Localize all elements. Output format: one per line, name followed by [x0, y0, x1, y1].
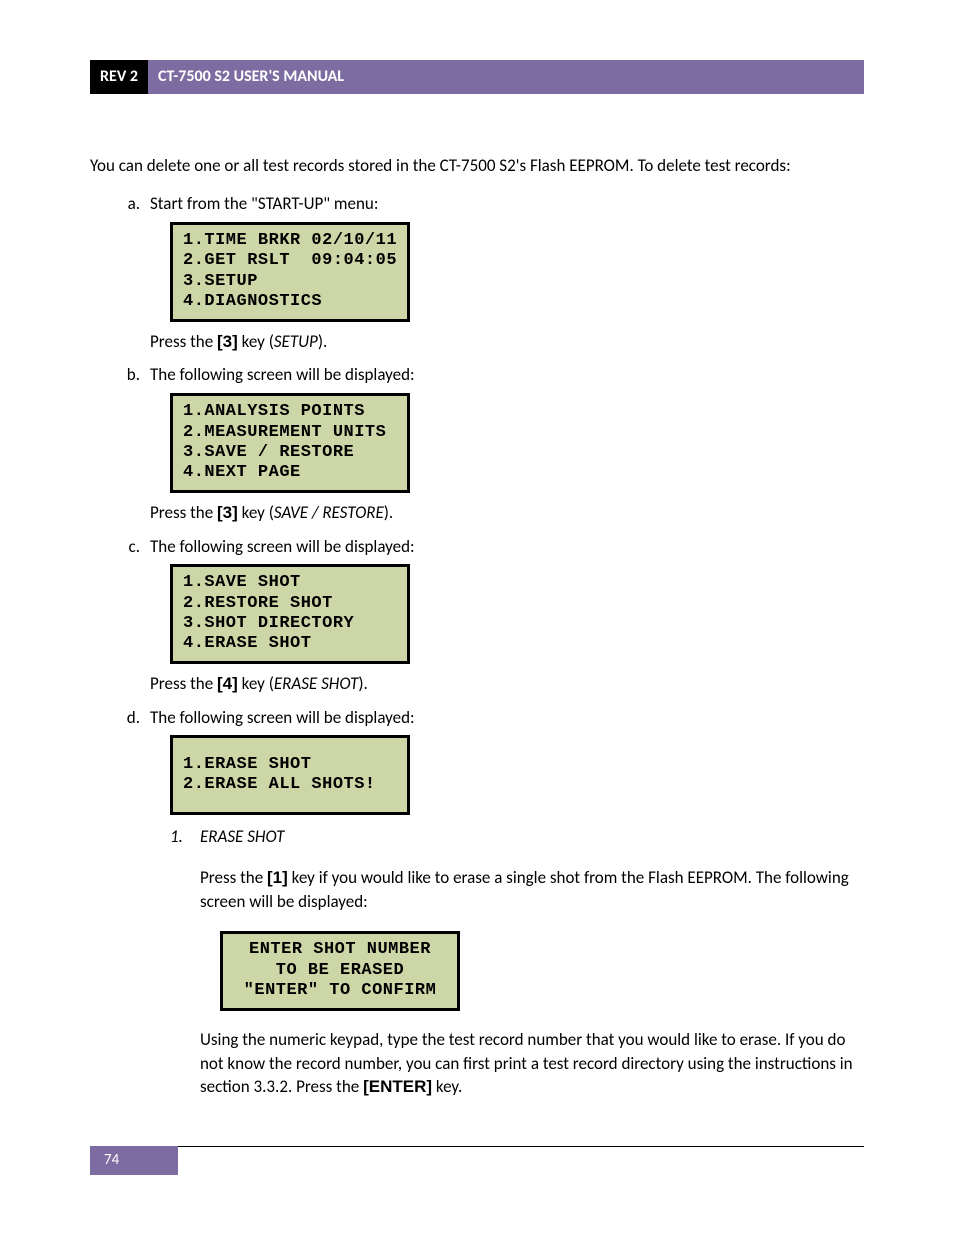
substep-label: 1.	[170, 825, 200, 1116]
substep-text: Press the [1] key if you would like to e…	[200, 866, 864, 914]
intro-text: You can delete one or all test records s…	[90, 154, 864, 178]
step-label: d.	[100, 706, 150, 1117]
step-label: a.	[100, 192, 150, 353]
page-number: 74	[90, 1146, 178, 1175]
step-label: b.	[100, 363, 150, 524]
step-list: a. Start from the "START-UP" menu: 1.TIM…	[100, 192, 864, 1116]
lcd-screen: ENTER SHOT NUMBER TO BE ERASED "ENTER" T…	[220, 931, 460, 1011]
instruction: Press the [3] key (SETUP).	[150, 330, 864, 354]
step-c: c. The following screen will be displaye…	[100, 535, 864, 696]
substep-text: Using the numeric keypad, type the test …	[200, 1028, 864, 1099]
page-footer: 74	[90, 1146, 864, 1175]
step-text: The following screen will be displayed:	[150, 706, 864, 730]
step-text: The following screen will be displayed:	[150, 535, 864, 559]
step-d: d. The following screen will be displaye…	[100, 706, 864, 1117]
key-label: [ENTER]	[363, 1077, 432, 1096]
lcd-screen: 1.ANALYSIS POINTS 2.MEASUREMENT UNITS 3.…	[170, 393, 410, 493]
substep-1: 1. ERASE SHOT Press the [1] key if you w…	[170, 825, 864, 1116]
lcd-screen: 1.ERASE SHOT 2.ERASE ALL SHOTS!	[170, 735, 410, 815]
lcd-screen: 1.SAVE SHOT 2.RESTORE SHOT 3.SHOT DIRECT…	[170, 564, 410, 664]
key-label: [4]	[217, 674, 238, 693]
footer-rule	[178, 1146, 864, 1175]
key-label: [3]	[217, 332, 238, 351]
lcd-screen: 1.TIME BRKR 02/10/11 2.GET RSLT 09:04:05…	[170, 222, 410, 322]
instruction: Press the [3] key (SAVE / RESTORE).	[150, 501, 864, 525]
step-a: a. Start from the "START-UP" menu: 1.TIM…	[100, 192, 864, 353]
key-label: [1]	[267, 868, 288, 887]
instruction: Press the [4] key (ERASE SHOT).	[150, 672, 864, 696]
step-label: c.	[100, 535, 150, 696]
key-label: [3]	[217, 503, 238, 522]
substep-title: ERASE SHOT	[200, 825, 864, 849]
step-b: b. The following screen will be displaye…	[100, 363, 864, 524]
manual-title: CT-7500 S2 USER'S MANUAL	[148, 60, 864, 94]
revision-badge: REV 2	[90, 60, 148, 94]
step-text: Start from the "START-UP" menu:	[150, 192, 864, 216]
document-page: REV 2 CT-7500 S2 USER'S MANUAL You can d…	[0, 0, 954, 1215]
page-header: REV 2 CT-7500 S2 USER'S MANUAL	[90, 60, 864, 94]
step-text: The following screen will be displayed:	[150, 363, 864, 387]
